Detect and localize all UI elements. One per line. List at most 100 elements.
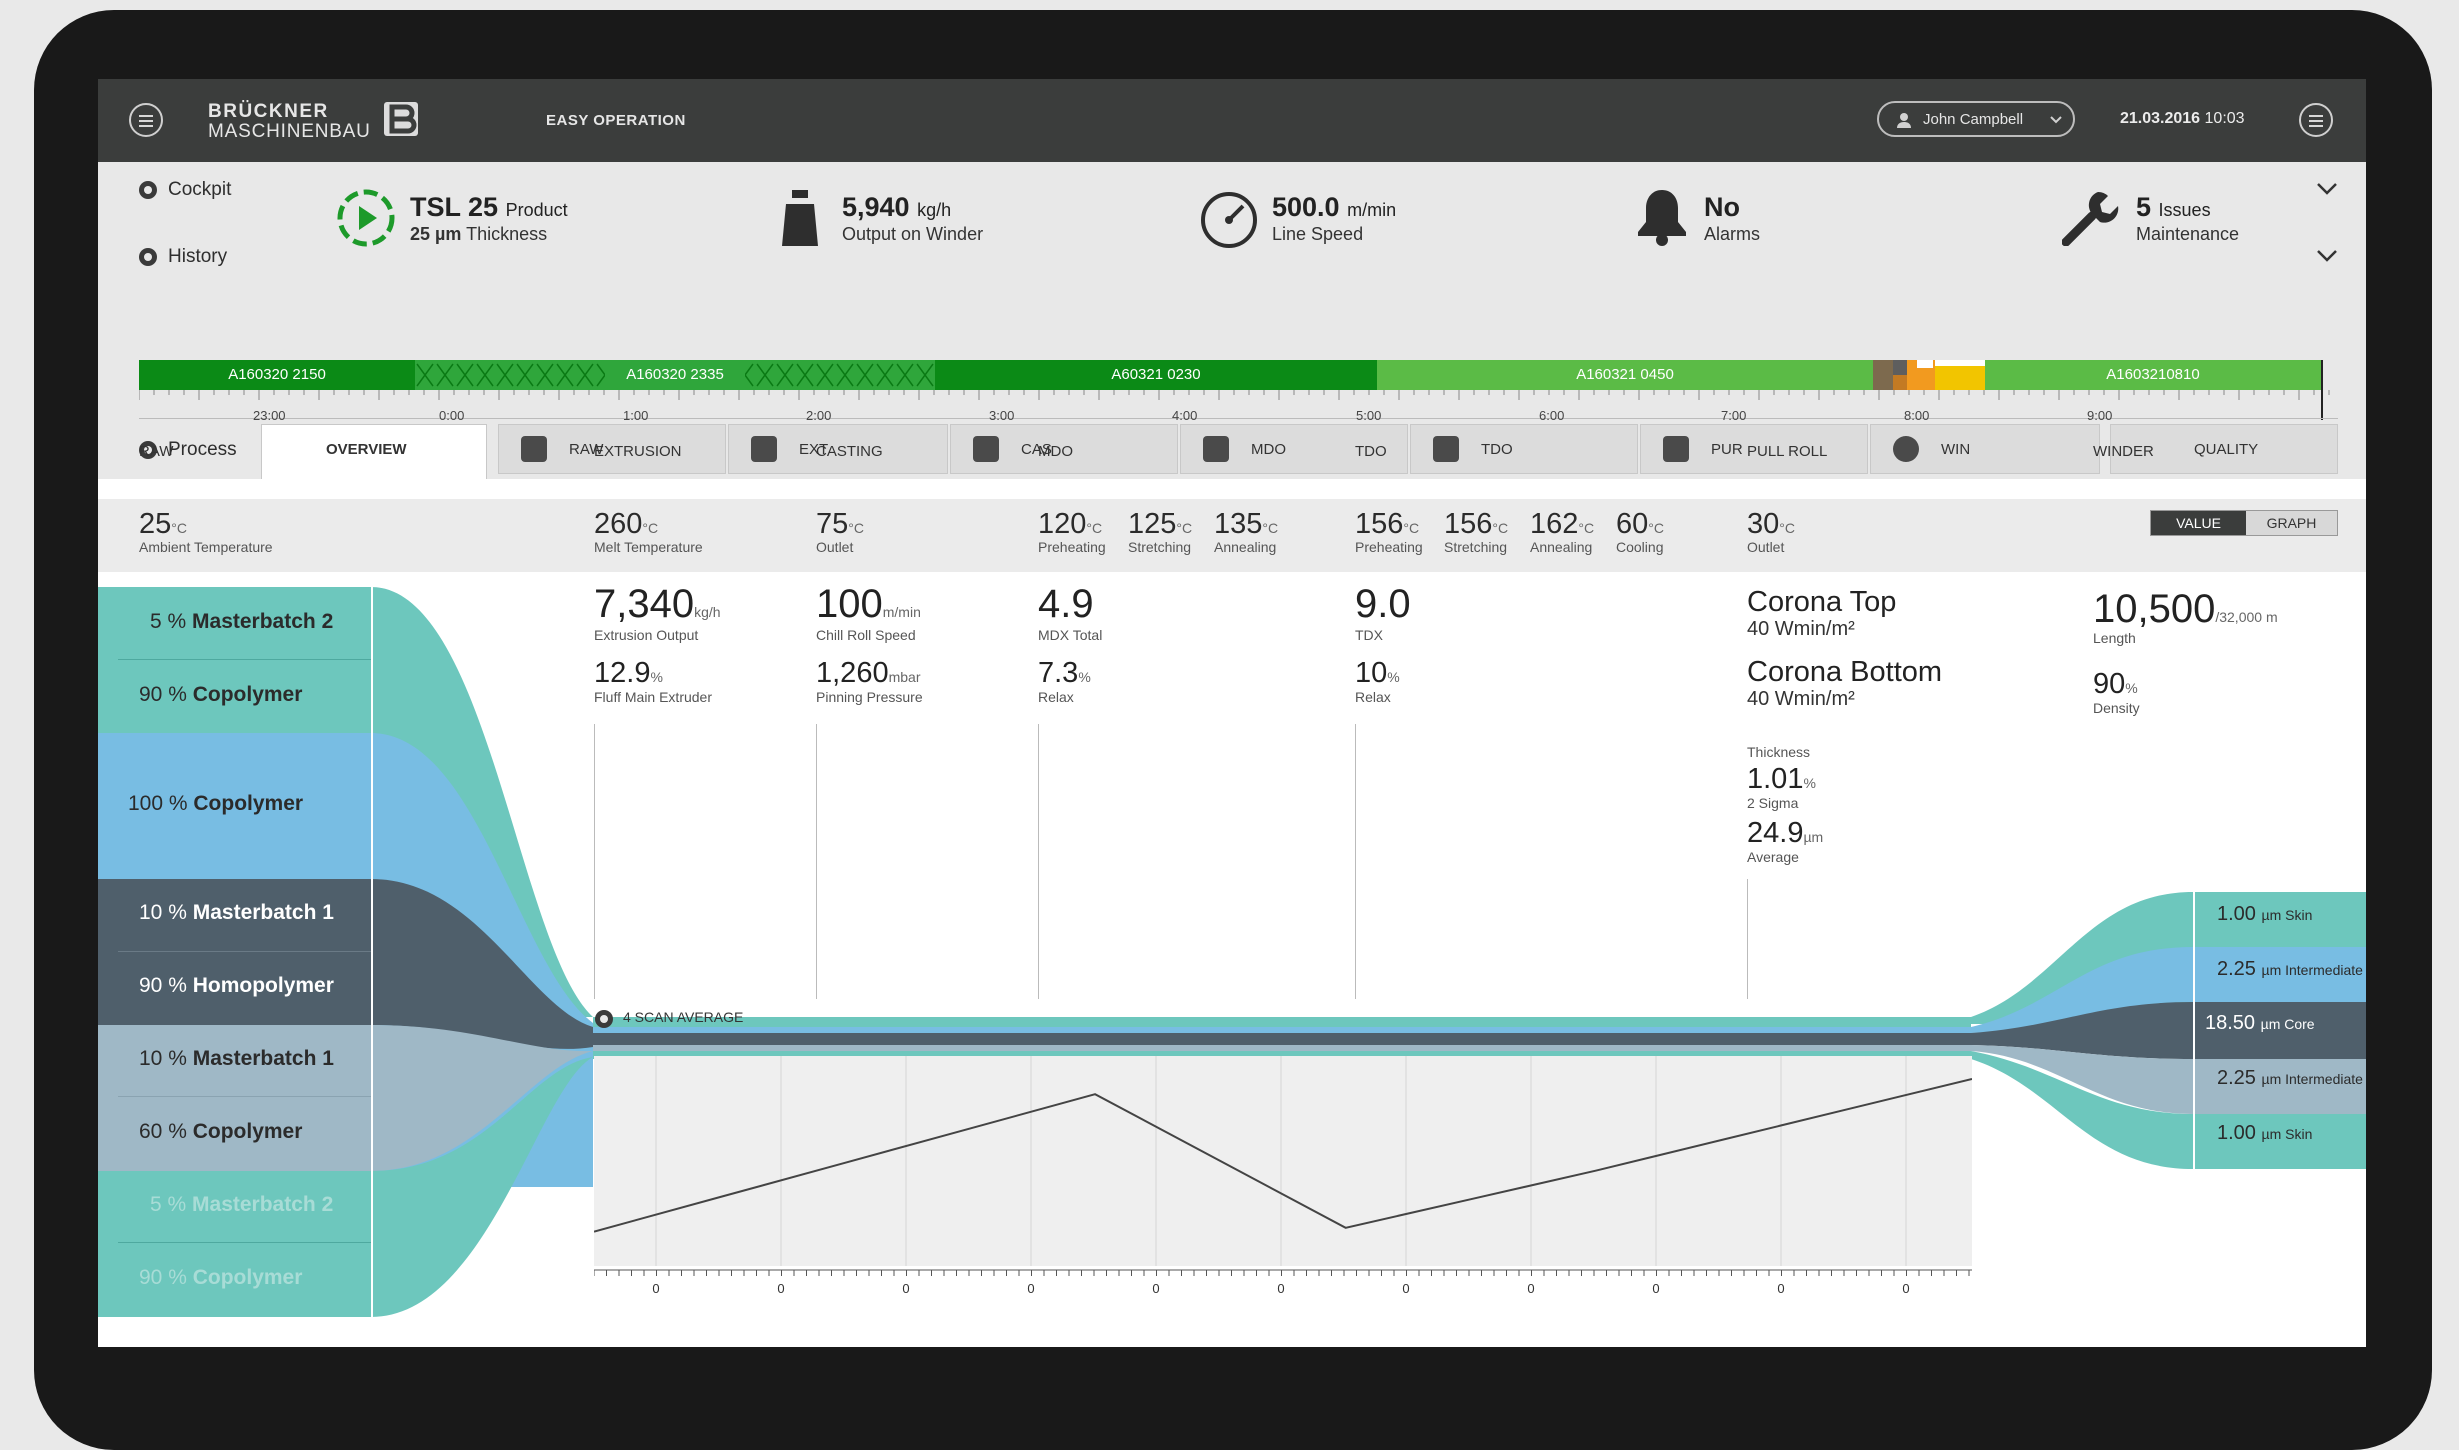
history-segment[interactable]: A160320 2335 xyxy=(415,360,935,390)
winder-icon xyxy=(1893,436,1919,462)
mode-label: EASY OPERATION xyxy=(546,112,686,129)
ambient-temp: 25°C xyxy=(139,508,187,540)
x-tick-label: 0 xyxy=(1902,1281,1909,1296)
value-graph-toggle: VALUE GRAPH xyxy=(2150,510,2338,536)
scan-average-chart: 0 0 0 0 0 0 0 0 0 0 0 xyxy=(594,1056,1972,1296)
tdo-cooling-temp: 60°C xyxy=(1616,508,1664,540)
cockpit-panel: Cockpit History TSL 25 Product 25 µm Thi… xyxy=(98,162,2366,424)
x-tick-label: 0 xyxy=(1277,1281,1284,1296)
x-tick-label: 0 xyxy=(777,1281,784,1296)
material-item[interactable]: 10 % Masterbatch 1 xyxy=(139,1047,334,1071)
extrusion-output: 7,340kg/h xyxy=(594,582,721,626)
section-casting: CASTING xyxy=(816,443,883,460)
process-tab-row: Process OVERVIEW RAW EXT CAS MDO TDO PUR… xyxy=(98,424,2366,479)
time-label: 7:00 xyxy=(1721,408,1747,423)
divider xyxy=(118,951,371,952)
issues-label: Maintenance xyxy=(2136,224,2240,244)
alarms-label: Alarms xyxy=(1704,224,1761,244)
output-label: Output on Winder xyxy=(842,224,984,244)
history-timeline[interactable]: A160320 2150 A160320 2335 A60321 0230 A1… xyxy=(139,360,2338,420)
corona-bottom-title: Corona Bottom xyxy=(1747,656,1943,688)
extruder-icon xyxy=(751,436,777,462)
user-icon xyxy=(1897,113,1911,128)
column-line xyxy=(1038,724,1039,999)
menu-icon[interactable] xyxy=(129,103,163,137)
tab-tdo[interactable]: TDO xyxy=(1410,424,1638,474)
time-label: 4:00 xyxy=(1172,408,1198,423)
material-item[interactable]: 5 % Masterbatch 2 xyxy=(150,1193,333,1217)
material-item[interactable]: 90 % Homopolymer xyxy=(139,974,334,998)
x-tick-label: 0 xyxy=(1152,1281,1159,1296)
mdo-stretch-temp: 125°C xyxy=(1128,508,1193,540)
history-segment[interactable]: A60321 0230 xyxy=(935,360,1377,390)
average-label: Average xyxy=(1747,849,1799,865)
time-label: 8:00 xyxy=(1904,408,1930,423)
process-label: Process xyxy=(168,439,237,460)
sigma-value: 1.01% xyxy=(1747,763,1816,795)
history-label[interactable]: History xyxy=(168,246,227,268)
history-expand-chevron-icon[interactable] xyxy=(2316,249,2338,263)
section-tdo: TDO xyxy=(1355,443,1387,460)
x-tick-label: 0 xyxy=(902,1281,909,1296)
x-tick-label: 0 xyxy=(1027,1281,1034,1296)
history-segment[interactable]: A160320 2150 xyxy=(139,360,415,390)
scan-gear-icon[interactable] xyxy=(595,1010,613,1028)
layer-item: 2.25 µm Intermediate xyxy=(2217,958,2363,980)
material-divider xyxy=(371,587,373,1317)
history-segment-mixed[interactable] xyxy=(1873,360,1985,390)
cockpit-gear-icon xyxy=(139,181,157,199)
material-item[interactable]: 100 % Copolymer xyxy=(128,792,303,816)
divider xyxy=(118,1242,371,1243)
history-segment[interactable]: A1603210810 xyxy=(1985,360,2321,390)
thickness-section-label: Thickness xyxy=(1747,744,1811,760)
tdx-value: 9.0 xyxy=(1355,582,1411,626)
winder-length-label: Length xyxy=(2093,630,2136,646)
tdo-stretch-label: Stretching xyxy=(1444,539,1508,555)
pull-roll-icon xyxy=(1663,436,1689,462)
divider xyxy=(118,1096,371,1097)
weight-icon xyxy=(782,190,818,246)
melt-temp-label: Melt Temperature xyxy=(594,539,703,555)
material-item[interactable]: 5 % Masterbatch 2 xyxy=(150,610,333,634)
material-item[interactable]: 90 % Copolymer xyxy=(139,683,302,707)
cockpit-expand-chevron-icon[interactable] xyxy=(2316,182,2338,196)
chart-plot-area xyxy=(594,1056,1972,1266)
cockpit-label[interactable]: Cockpit xyxy=(168,179,231,201)
layer-item: 1.00 µm Skin xyxy=(2217,903,2313,925)
tdo-stretch-temp: 156°C xyxy=(1444,508,1509,540)
hmi-screen: BRÜCKNER MASCHINENBAU EASY OPERATION Joh… xyxy=(98,79,2366,1347)
tab-overview[interactable]: OVERVIEW xyxy=(261,424,487,479)
issues-value: 5 xyxy=(2136,192,2152,222)
mdo-relax-value: 7.3% xyxy=(1038,657,1091,689)
issues-unit: Issues xyxy=(2158,200,2211,220)
history-gear-icon xyxy=(139,248,157,266)
issues-kpi: 5 Issues xyxy=(2136,192,2211,223)
secondary-menu-icon[interactable] xyxy=(2299,103,2333,137)
value-toggle-button[interactable]: VALUE xyxy=(2151,511,2246,535)
output-kpi: 5,940 kg/h xyxy=(842,192,951,223)
column-line xyxy=(594,724,595,999)
time-label: 0:00 xyxy=(439,408,465,423)
pullroll-outlet-label: Outlet xyxy=(1747,539,1785,555)
brand-name: BRÜCKNER xyxy=(208,101,329,122)
section-pullroll: PULL ROLL xyxy=(1747,443,1828,460)
winder-length: 10,500/32,000 m xyxy=(2093,587,2278,631)
material-item[interactable]: 60 % Copolymer xyxy=(139,1120,302,1144)
material-item[interactable]: 90 % Copolymer xyxy=(139,1266,302,1290)
chevron-down-icon xyxy=(2050,116,2062,124)
graph-toggle-button[interactable]: GRAPH xyxy=(2246,511,2337,535)
tab-win[interactable]: WIN xyxy=(1870,424,2100,474)
material-item[interactable]: 10 % Masterbatch 1 xyxy=(139,901,334,925)
product-value: TSL 25 xyxy=(410,192,499,222)
section-raw: RAW xyxy=(139,443,174,460)
x-tick-label: 0 xyxy=(1652,1281,1659,1296)
corona-top-value: 40 Wmin/m² xyxy=(1747,618,1855,640)
history-segment[interactable]: A160321 0450 xyxy=(1377,360,1873,390)
user-menu-button[interactable]: John Campbell xyxy=(1877,101,2075,137)
product-kpi: TSL 25 Product xyxy=(410,192,568,223)
time-text: 10:03 xyxy=(2204,110,2245,127)
tdo-relax-label: Relax xyxy=(1355,689,1391,705)
product-sub: 25 µm Thickness xyxy=(410,224,547,245)
section-mdo: MDO xyxy=(1038,443,1073,460)
speedometer-icon xyxy=(1201,192,1257,248)
